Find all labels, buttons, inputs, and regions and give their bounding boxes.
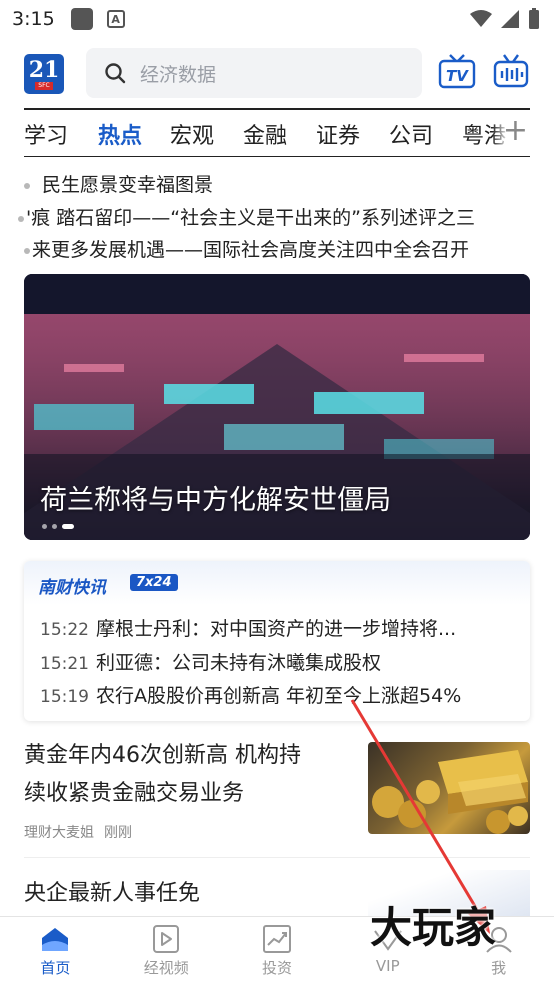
video-icon: [153, 925, 180, 953]
banner-title: 荷兰称将与中方化解安世僵局: [40, 485, 391, 516]
flash-item[interactable]: 15:19 农行A股股价再创新高 年初至今上涨超54%: [40, 681, 518, 711]
flash-text: 摩根士丹利：对中国资产的进一步增持将...: [96, 618, 457, 640]
carousel-dot: [42, 524, 47, 529]
tabs-divider: [24, 156, 530, 157]
news-title-line: 续收紧贵金融交易业务: [24, 781, 245, 806]
nav-label: 经视频: [143, 959, 189, 977]
tv-icon[interactable]: TV: [438, 54, 476, 90]
ticker-item[interactable]: 来更多发展机遇——国际社会高度关注四中全会召开: [24, 236, 530, 264]
search-placeholder: 经济数据: [140, 63, 217, 86]
flash-news-card[interactable]: 南财快讯 7x24 15:22 摩根士丹利：对中国资产的进一步增持将... 15:…: [24, 561, 530, 721]
news-thumbnail: [368, 742, 530, 834]
flash-text: 农行A股股价再创新高 年初至今上涨超54%: [96, 685, 462, 707]
bullet-icon: [18, 215, 24, 222]
carousel-dot-active: [62, 524, 74, 529]
signal-icon: [501, 10, 519, 28]
flash-time: 15:21: [40, 654, 89, 674]
svg-text:TV: TV: [446, 67, 469, 85]
app-logo[interactable]: 21 SFC: [24, 54, 64, 94]
ticker-item[interactable]: '痕 踏石留印——“社会主义是干出来的”系列述评之三: [18, 204, 524, 232]
nav-label: 投资: [261, 959, 292, 977]
status-time: 3:15: [12, 8, 55, 30]
notification-icon: [70, 8, 93, 30]
tab-company[interactable]: 公司: [389, 118, 433, 150]
flash-brand: 南财快讯: [38, 578, 106, 598]
news-source: 理财大麦姐: [24, 825, 94, 841]
channel-tabs: 学习 热点 宏观 金融 证券 公司 粤港 +: [24, 110, 530, 156]
nav-label: 我: [491, 959, 507, 977]
flash-text: 利亚德：公司未持有沐曦集成股权: [96, 652, 382, 674]
battery-icon: [529, 8, 539, 29]
header: 21 SFC 经济数据 TV: [0, 46, 554, 102]
add-channel-icon[interactable]: +: [503, 116, 528, 146]
news-meta: 理财大麦姐 刚刚: [24, 822, 142, 842]
search-icon: [105, 63, 126, 84]
tab-macro[interactable]: 宏观: [170, 118, 214, 150]
nav-label: 首页: [40, 959, 71, 977]
ticker-text: '痕 踏石留印——“社会主义是干出来的”系列述评之三: [26, 207, 475, 229]
headline-banner[interactable]: 荷兰称将与中方化解安世僵局: [24, 274, 530, 540]
ticker-text: 来更多发展机遇——国际社会高度关注四中全会召开: [32, 239, 470, 261]
flash-time: 15:19: [40, 687, 89, 707]
bullet-icon: [24, 182, 30, 189]
audio-icon[interactable]: [492, 54, 530, 90]
nav-label: VIP: [375, 957, 400, 975]
ticker-text: 民生愿景变幸福图景: [42, 174, 214, 196]
nav-home[interactable]: 首页: [0, 917, 111, 984]
news-time: 刚刚: [104, 825, 132, 841]
nav-video[interactable]: 经视频: [111, 917, 222, 984]
search-input[interactable]: 经济数据: [86, 48, 422, 98]
ticker-item[interactable]: 民生愿景变幸福图景: [24, 171, 530, 199]
watermark: 大玩家: [370, 903, 497, 952]
status-icons: [470, 8, 540, 30]
news-title-line: 央企最新人事任免: [24, 881, 201, 906]
tab-study[interactable]: 学习: [24, 118, 68, 150]
tab-hot[interactable]: 热点: [98, 118, 142, 150]
news-divider: [24, 857, 530, 858]
carousel-dot: [52, 524, 57, 529]
tab-securities[interactable]: 证券: [316, 118, 360, 150]
flash-badge: 7x24: [130, 574, 178, 591]
bullet-icon: [24, 247, 30, 254]
gold-bars-image: [372, 750, 528, 834]
logo-number: 21: [28, 56, 60, 83]
chart-icon: [262, 925, 291, 953]
tab-finance[interactable]: 金融: [243, 118, 287, 150]
flash-time: 15:22: [40, 620, 89, 640]
flash-news-header: 南财快讯 7x24: [24, 561, 530, 605]
flash-item[interactable]: 15:22 摩根士丹利：对中国资产的进一步增持将...: [40, 614, 518, 644]
flash-item[interactable]: 15:21 利亚德：公司未持有沐曦集成股权: [40, 648, 518, 678]
logo-sub: SFC: [35, 81, 53, 90]
nav-invest[interactable]: 投资: [222, 917, 333, 984]
news-title-line: 黄金年内46次创新高 机构持: [24, 743, 301, 768]
status-bar: 3:15 A: [0, 0, 554, 38]
wifi-icon: [470, 10, 492, 27]
home-icon: [42, 928, 69, 951]
app-notification-icon: A: [106, 10, 125, 28]
carousel-indicator: [42, 524, 74, 529]
